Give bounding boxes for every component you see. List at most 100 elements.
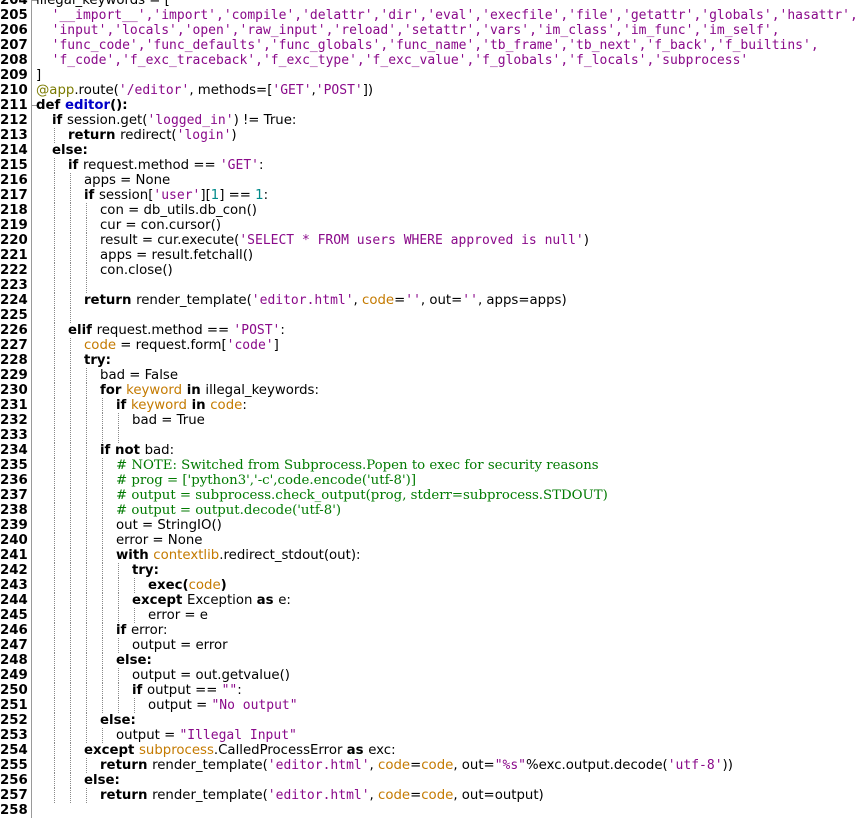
code-line[interactable]: 210 @app.route('/editor', methods=['GET',…: [0, 83, 862, 98]
code-line[interactable]: 255 return render_template('editor.html',…: [0, 758, 862, 773]
indent-guide: [54, 413, 55, 428]
code-text: else:: [100, 713, 136, 728]
code-text: con = db_utils.db_con(): [100, 203, 257, 218]
indent-guide: [54, 488, 55, 503]
code-line[interactable]: 227 code = request.form['code']: [0, 338, 862, 353]
code-line[interactable]: 249 output = out.getvalue(): [0, 668, 862, 683]
line-number: 223: [0, 278, 28, 293]
code-line[interactable]: 235 # NOTE: Switched from Subprocess.Pope…: [0, 458, 862, 473]
code-line[interactable]: 223: [0, 278, 862, 293]
line-number: 210: [0, 83, 28, 98]
line-number: 258: [0, 803, 28, 818]
code-line[interactable]: 208 'f_code','f_exc_traceback','f_exc_ty…: [0, 53, 862, 68]
code-token: session[: [98, 188, 154, 203]
code-line[interactable]: 245 error = e: [0, 608, 862, 623]
code-token: exec(: [148, 578, 189, 593]
code-token: as: [346, 743, 369, 758]
code-line[interactable]: 230 for keyword in illegal_keywords:: [0, 383, 862, 398]
code-token: apps = None: [84, 173, 171, 188]
code-line[interactable]: 243 exec(code): [0, 578, 862, 593]
fold-marker: [31, 743, 38, 758]
code-token: ]): [362, 83, 374, 98]
code-line[interactable]: 231 if keyword in code:: [0, 398, 862, 413]
line-number: 242: [0, 563, 28, 578]
code-line[interactable]: 233: [0, 428, 862, 443]
code-token: return: [100, 788, 153, 803]
code-token: 'logged_in': [147, 113, 234, 128]
code-line[interactable]: 229 bad = False: [0, 368, 862, 383]
code-line[interactable]: 215 if request.method == 'GET':: [0, 158, 862, 173]
code-token: if: [84, 188, 99, 203]
code-token: redirect(: [120, 128, 177, 143]
code-text: try:: [132, 563, 159, 578]
code-line[interactable]: 257 return render_template('editor.html',…: [0, 788, 862, 803]
code-text: def editor():: [36, 98, 128, 113]
code-token: for: [100, 383, 127, 398]
code-line[interactable]: 234 if not bad:: [0, 443, 862, 458]
code-line[interactable]: 213 return redirect('login'): [0, 128, 862, 143]
line-number: 252: [0, 713, 28, 728]
code-line[interactable]: 205 '__import__','import','compile','del…: [0, 8, 862, 23]
indent-guide: [54, 608, 55, 623]
indent-guide: [86, 698, 87, 713]
code-line[interactable]: 247 output = error: [0, 638, 862, 653]
line-number: 239: [0, 518, 28, 533]
code-line[interactable]: 222 con.close(): [0, 263, 862, 278]
code-line[interactable]: 250 if output == "":: [0, 683, 862, 698]
code-token: :: [242, 398, 247, 413]
fold-marker: [31, 353, 38, 368]
code-line[interactable]: 237 # output = subprocess.check_output(pr…: [0, 488, 862, 503]
code-line[interactable]: 209]: [0, 68, 862, 83]
code-line[interactable]: 211 def editor():: [0, 98, 862, 113]
indent-guide: [54, 668, 55, 683]
code-line[interactable]: 253 output = "Illegal Input": [0, 728, 862, 743]
code-line[interactable]: 244 except Exception as e:: [0, 593, 862, 608]
indent-guide: [54, 233, 55, 248]
code-line[interactable]: 226 elif request.method == 'POST':: [0, 323, 862, 338]
code-line[interactable]: 217 if session['user'][1] == 1:: [0, 188, 862, 203]
code-token: output = error: [132, 638, 228, 653]
code-line[interactable]: 256 else:: [0, 773, 862, 788]
indent-guide: [102, 398, 103, 413]
code-text: # NOTE: Switched from Subprocess.Popen t…: [116, 458, 599, 473]
code-line[interactable]: 248 else:: [0, 653, 862, 668]
code-line[interactable]: 228 try:: [0, 353, 862, 368]
fold-marker: [31, 443, 38, 458]
code-token: , apps=apps): [477, 293, 567, 308]
indent-guide: [70, 398, 71, 413]
code-line[interactable]: 241 with contextlib.redirect_stdout(out):: [0, 548, 862, 563]
fold-marker: [31, 518, 38, 533]
code-line[interactable]: 240 error = None: [0, 533, 862, 548]
code-line[interactable]: 232 bad = True: [0, 413, 862, 428]
code-line[interactable]: 239 out = StringIO(): [0, 518, 862, 533]
code-token: contextlib: [153, 548, 220, 563]
code-line[interactable]: 224 return render_template('editor.html',…: [0, 293, 862, 308]
code-line[interactable]: 221 apps = result.fetchall(): [0, 248, 862, 263]
code-line[interactable]: 225: [0, 308, 862, 323]
code-line[interactable]: 212 if session.get('logged_in') != True:: [0, 113, 862, 128]
code-line[interactable]: 254 except subprocess.CalledProcessError …: [0, 743, 862, 758]
code-line[interactable]: 220 result = cur.execute('SELECT * FROM u…: [0, 233, 862, 248]
code-line[interactable]: 218 con = db_utils.db_con(): [0, 203, 862, 218]
code-line[interactable]: 242 try:: [0, 563, 862, 578]
indent-guide: [70, 488, 71, 503]
indent-guide: [70, 473, 71, 488]
code-text: exec(code): [148, 578, 227, 593]
fold-marker: [31, 188, 38, 203]
code-line[interactable]: 206 'input','locals','open','raw_input',…: [0, 23, 862, 38]
code-line[interactable]: 246 if error:: [0, 623, 862, 638]
code-line[interactable]: 251 output = "No output": [0, 698, 862, 713]
code-line[interactable]: 252 else:: [0, 713, 862, 728]
code-line[interactable]: 238 # output = output.decode('utf-8'): [0, 503, 862, 518]
code-line[interactable]: 219 cur = con.cursor(): [0, 218, 862, 233]
code-editor[interactable]: 204 illegal_keywords = [205 '__import__',…: [0, 0, 862, 818]
code-line[interactable]: 236 # prog = ['python3','-c',code.encode(…: [0, 473, 862, 488]
code-line[interactable]: 207 'func_code','func_defaults','func_gl…: [0, 38, 862, 53]
indent-guide: [54, 308, 55, 323]
code-line[interactable]: 214 else:: [0, 143, 862, 158]
indent-guide: [86, 473, 87, 488]
code-line[interactable]: 258: [0, 803, 862, 818]
code-line[interactable]: 204 illegal_keywords = [: [0, 0, 862, 8]
code-line[interactable]: 216 apps = None: [0, 173, 862, 188]
fold-marker: [31, 398, 38, 413]
